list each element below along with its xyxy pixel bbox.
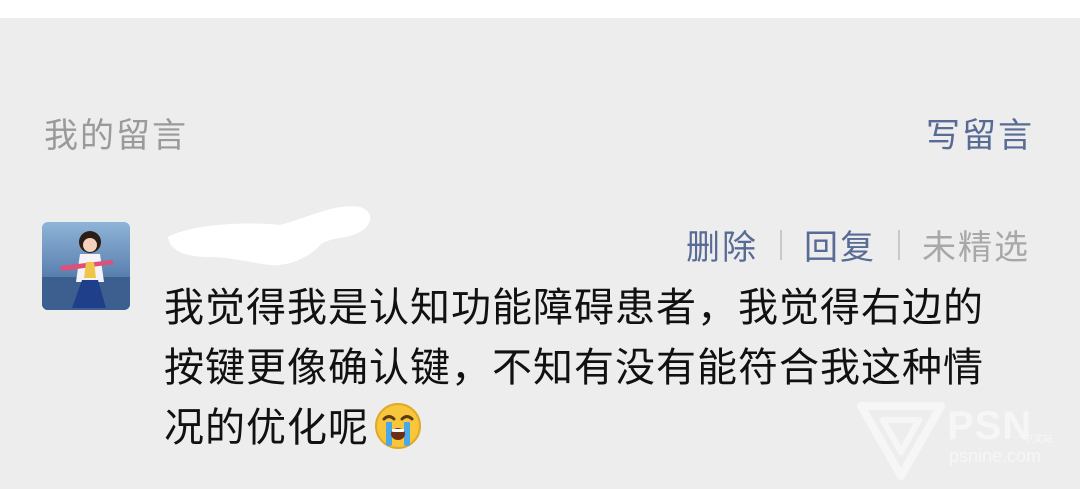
avatar-image: [42, 222, 130, 310]
delete-button[interactable]: 删除: [686, 220, 758, 269]
watermark: PSN 中文站 psnine.com: [855, 400, 1075, 480]
divider: [780, 229, 782, 260]
write-comment-link[interactable]: 写留言: [926, 108, 1034, 157]
avatar[interactable]: [42, 222, 130, 310]
watermark-logo-icon: [857, 402, 945, 480]
comment-actions: 删除 回复 未精选: [686, 220, 1030, 269]
feature-toggle-button[interactable]: 未精选: [922, 220, 1030, 269]
watermark-brand: PSN: [947, 404, 1033, 448]
divider: [898, 229, 900, 260]
section-title: 我的留言: [44, 116, 188, 156]
top-strip: [0, 0, 1080, 18]
crying-face-emoji-icon: [373, 401, 423, 468]
redacted-username: [168, 206, 371, 266]
watermark-url: psnine.com: [949, 446, 1042, 466]
reply-button[interactable]: 回复: [804, 220, 876, 269]
watermark-subtitle: 中文站: [1023, 434, 1053, 445]
